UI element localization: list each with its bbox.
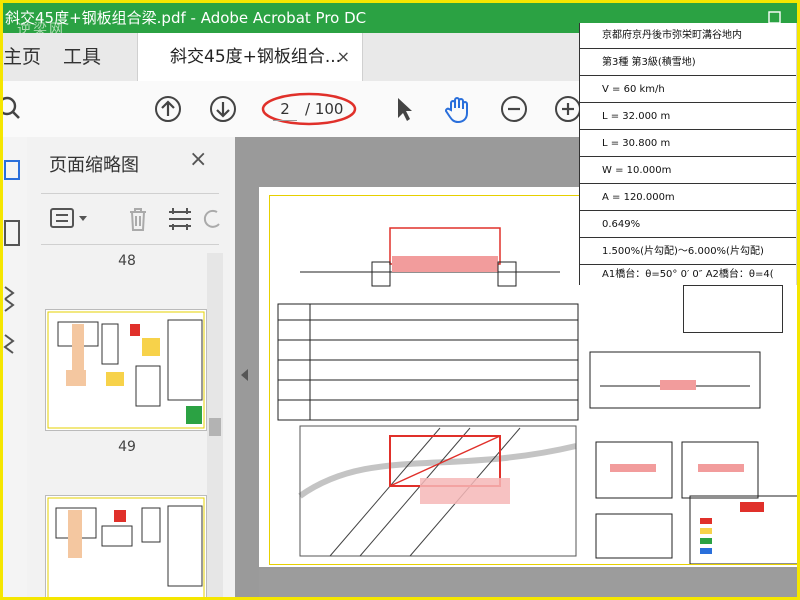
panel-title: 页面缩略图 <box>49 155 139 176</box>
navigation-icons[interactable] <box>3 137 27 397</box>
thumbnail-drawing <box>47 497 205 597</box>
page-thumbnails-panel: 页面缩略图 × 48 49 <box>27 137 235 597</box>
page-label-48: 48 <box>118 253 136 269</box>
spec-width: W = 10.000m <box>580 157 797 184</box>
page-number-box: 2 / 100 <box>261 92 357 126</box>
page-total: / 100 <box>305 100 344 118</box>
next-page-icon[interactable] <box>208 94 238 124</box>
page-number-input[interactable]: 2 <box>273 100 297 121</box>
zoom-icon[interactable] <box>0 94 29 124</box>
hand-tool-icon[interactable] <box>443 94 473 124</box>
options-menu-icon[interactable] <box>49 206 93 232</box>
spec-length-1: L = 32.000 m <box>580 103 797 130</box>
tab-document-label: 斜交45度+钢板组合... <box>170 47 342 67</box>
page-thumbnail-48[interactable] <box>45 309 207 431</box>
spec-road-class: 第3種 第3級(積雪地) <box>580 49 797 76</box>
spec-overlay-table: 京都府京丹後市弥栄町溝谷地内 第3種 第3級(積雪地) V = 60 km/h … <box>579 23 797 285</box>
spec-crossfall: 1.500%(片勾配)〜6.000%(片勾配) <box>580 238 797 265</box>
tab-tools[interactable]: 工具 <box>63 33 101 81</box>
spec-location: 京都府京丹後市弥栄町溝谷地内 <box>580 23 797 49</box>
overlay-scrollbar[interactable] <box>796 23 797 285</box>
select-cursor-icon[interactable] <box>389 94 419 124</box>
left-tool-strip <box>3 137 28 597</box>
tab-home[interactable]: 主页 <box>3 33 41 81</box>
rotate-icon[interactable] <box>203 204 223 234</box>
scrollbar-thumb[interactable] <box>209 418 221 436</box>
zoom-out-icon[interactable] <box>499 94 529 124</box>
overlay-lower-box <box>683 285 783 333</box>
panel-toolbar <box>41 193 220 245</box>
thumbnail-scrollbar[interactable] <box>207 253 223 597</box>
close-panel-icon[interactable]: × <box>189 147 207 172</box>
spec-length-2: L = 30.800 m <box>580 130 797 157</box>
thumbnail-drawing <box>47 311 205 429</box>
crop-pages-icon[interactable] <box>165 204 195 234</box>
delete-icon[interactable] <box>123 204 153 234</box>
spec-skew-angle: A1橋台：θ=50° 0′ 0″ A2橋台：θ=4( <box>602 269 774 280</box>
page-label-49: 49 <box>118 439 136 455</box>
acrobat-window: 斜交45度+钢板组合梁.pdf - Adobe Acrobat Pro DC 逆… <box>0 0 800 600</box>
tab-document[interactable]: 斜交45度+钢板组合... × <box>137 33 363 81</box>
previous-page-icon[interactable] <box>153 94 183 124</box>
spec-area: A = 120.000m <box>580 184 797 211</box>
collapse-panel-icon[interactable] <box>241 369 248 381</box>
spec-grade: 0.649% <box>580 211 797 238</box>
page-thumbnail-49[interactable] <box>45 495 207 597</box>
close-tab-icon[interactable]: × <box>337 33 350 81</box>
spec-design-speed: V = 60 km/h <box>580 76 797 103</box>
page-gap <box>259 569 797 597</box>
